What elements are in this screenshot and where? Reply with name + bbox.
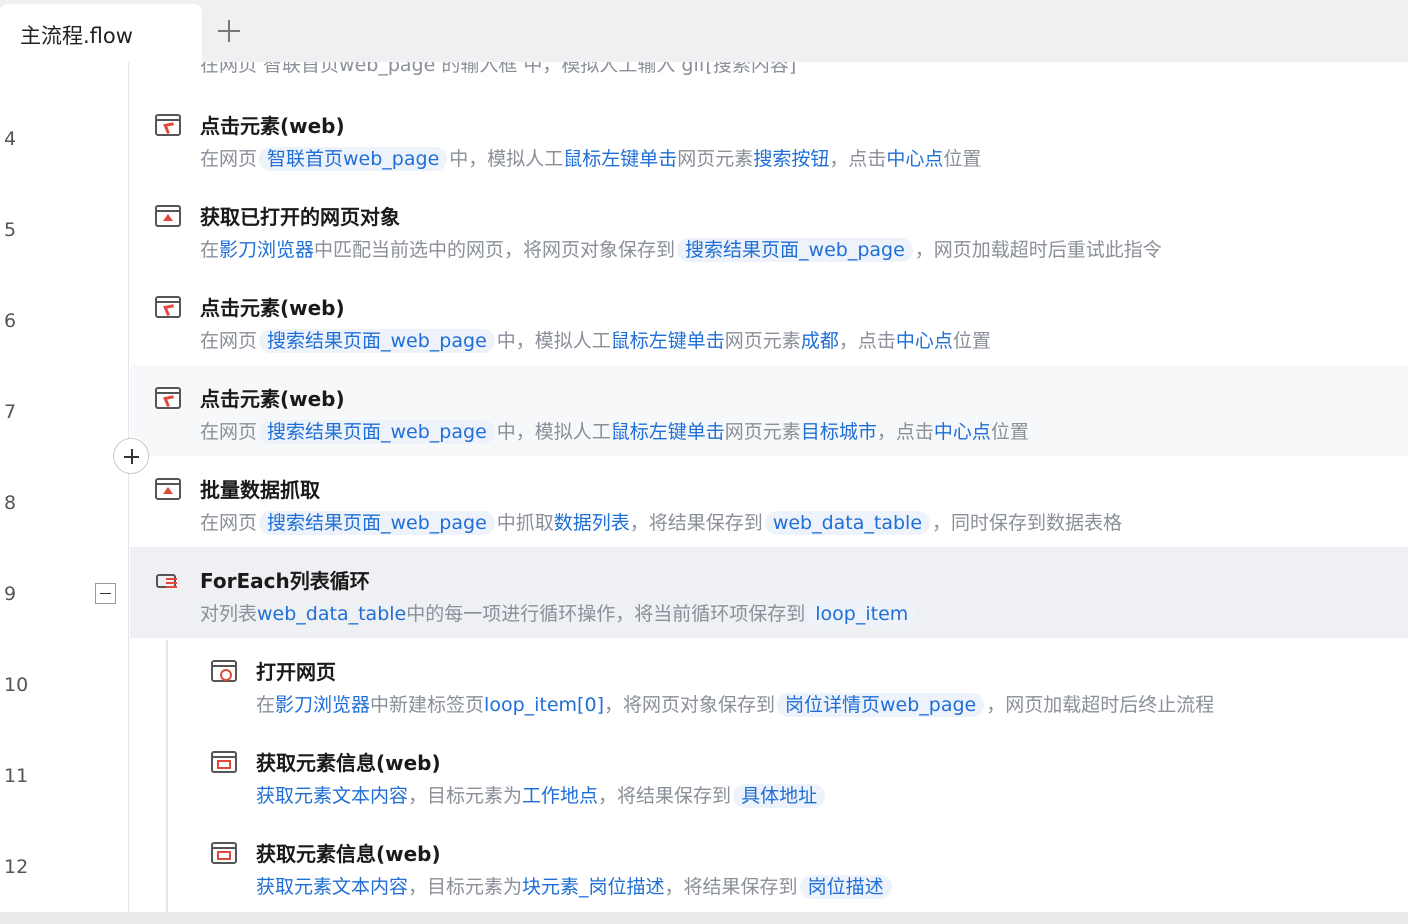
flow-step-row[interactable]: 点击元素(web) 在网页 搜索结果页面_web_page 中，模拟人工鼠标左键单击… <box>130 274 1408 365</box>
foreach-loop-icon <box>155 569 181 591</box>
add-tab-plus-icon[interactable] <box>214 16 244 46</box>
flow-step-row[interactable]: 打开网页 在影刀浏览器中新建标签页loop_item[0]，将网页对象保存到 岗位… <box>130 638 1408 729</box>
variable-chip[interactable]: web_data_table <box>764 511 931 535</box>
line-number: 9 <box>4 583 17 605</box>
flow-step-row[interactable]: 点击元素(web) 在网页 智联首页web_page 中，模拟人工鼠标左键单击网页元… <box>130 92 1408 183</box>
variable-chip[interactable]: 岗位描述 <box>799 875 892 899</box>
batch-scrape-icon <box>155 478 181 500</box>
line-number: 6 <box>4 310 17 332</box>
flow-step-row[interactable]: 获取元素信息(web) 获取元素文本内容，目标元素为块元素_岗位描述，将结果保存… <box>130 820 1408 911</box>
get-element-info-icon <box>211 751 237 773</box>
step-description: 在影刀浏览器中匹配当前选中的网页，将网页对象保存到 搜索结果页面_web_page… <box>200 238 1162 262</box>
variable-chip[interactable]: 具体地址 <box>733 784 826 808</box>
variable-chip[interactable]: loop_item <box>807 602 917 626</box>
step-title: ForEach列表循环 <box>200 569 370 593</box>
line-number: 8 <box>4 492 17 514</box>
flow-step-row[interactable]: 获取元素信息(web) 获取元素文本内容，目标元素为工作地点，将结果保存到 具体地… <box>130 729 1408 820</box>
flow-step-row[interactable]: 批量数据抓取 在网页 搜索结果页面_web_page 中抓取数据列表，将结果保存到 w… <box>130 456 1408 547</box>
flow-step-row[interactable]: ForEach列表循环 对列表web_data_table中的每一项进行循环操作… <box>130 547 1408 638</box>
flow-step-row[interactable]: 点击元素(web) 在网页 搜索结果页面_web_page 中，模拟人工鼠标左键单击… <box>130 365 1408 456</box>
tab-label: 主流程.flow <box>20 24 133 48</box>
variable-chip[interactable]: 搜索结果页面_web_page <box>259 329 495 353</box>
click-element-icon <box>155 387 181 409</box>
collapse-minus-icon[interactable] <box>95 583 116 604</box>
flow-step-list: 在网页 智联首页web_page 的输入框 中，模拟人工输入 gif[搜索内容]… <box>130 62 1408 912</box>
step-title: 获取元素信息(web) <box>256 751 441 775</box>
step-title: 批量数据抓取 <box>200 478 320 502</box>
step-description: 对列表web_data_table中的每一项进行循环操作，将当前循环项保存到 lo… <box>200 599 918 626</box>
line-number: 10 <box>4 674 29 696</box>
step-title: 点击元素(web) <box>200 296 345 320</box>
tab-main-flow[interactable]: 主流程.flow <box>0 4 202 62</box>
line-number-gutter: 4 5 6 7 8 9 10 11 12 <box>0 62 129 912</box>
step-description: 获取元素文本内容，目标元素为块元素_岗位描述，将结果保存到 岗位描述 <box>256 872 894 899</box>
variable-chip[interactable]: 搜索结果页面_web_page <box>259 511 495 535</box>
step-description: 在网页 搜索结果页面_web_page 中，模拟人工鼠标左键单击网页元素成都，点击中… <box>200 329 991 353</box>
click-element-icon <box>155 114 181 136</box>
line-number: 11 <box>4 765 29 787</box>
step-description: 在影刀浏览器中新建标签页loop_item[0]，将网页对象保存到 岗位详情页we… <box>256 693 1215 717</box>
flow-step-row[interactable]: 获取已打开的网页对象 在影刀浏览器中匹配当前选中的网页，将网页对象保存到 搜索结果… <box>130 183 1408 274</box>
step-title: 点击元素(web) <box>200 387 345 411</box>
line-number: 4 <box>4 128 17 150</box>
click-element-icon <box>155 296 181 318</box>
get-element-info-icon <box>211 842 237 864</box>
step-description: 在网页 搜索结果页面_web_page 中，模拟人工鼠标左键单击网页元素目标城市，点… <box>200 420 1029 444</box>
variable-chip[interactable]: 搜索结果页面_web_page <box>677 238 913 262</box>
step-title: 打开网页 <box>256 660 336 684</box>
horizontal-scrollbar[interactable] <box>0 912 1408 924</box>
variable-chip[interactable]: 智联首页web_page <box>259 147 448 171</box>
line-number: 12 <box>4 856 29 878</box>
step-title: 获取已打开的网页对象 <box>200 205 400 229</box>
step-description: 获取元素文本内容，目标元素为工作地点，将结果保存到 具体地址 <box>256 781 827 808</box>
partial-step-description: 在网页 智联首页web_page 的输入框 中，模拟人工输入 gif[搜索内容] <box>200 62 797 76</box>
tab-bar: 主流程.flow <box>0 0 1408 62</box>
line-number: 7 <box>4 401 17 423</box>
step-description: 在网页 智联首页web_page 中，模拟人工鼠标左键单击网页元素搜索按钮，点击中心… <box>200 147 982 171</box>
open-page-icon <box>211 660 237 682</box>
line-number: 5 <box>4 219 17 241</box>
variable-chip[interactable]: 搜索结果页面_web_page <box>259 420 495 444</box>
step-description: 在网页 搜索结果页面_web_page 中抓取数据列表，将结果保存到 web_data… <box>200 511 1123 535</box>
variable-chip[interactable]: 岗位详情页web_page <box>777 693 985 717</box>
insert-step-plus-icon[interactable] <box>113 438 149 474</box>
get-page-icon <box>155 205 181 227</box>
step-title: 获取元素信息(web) <box>256 842 441 866</box>
step-title: 点击元素(web) <box>200 114 345 138</box>
